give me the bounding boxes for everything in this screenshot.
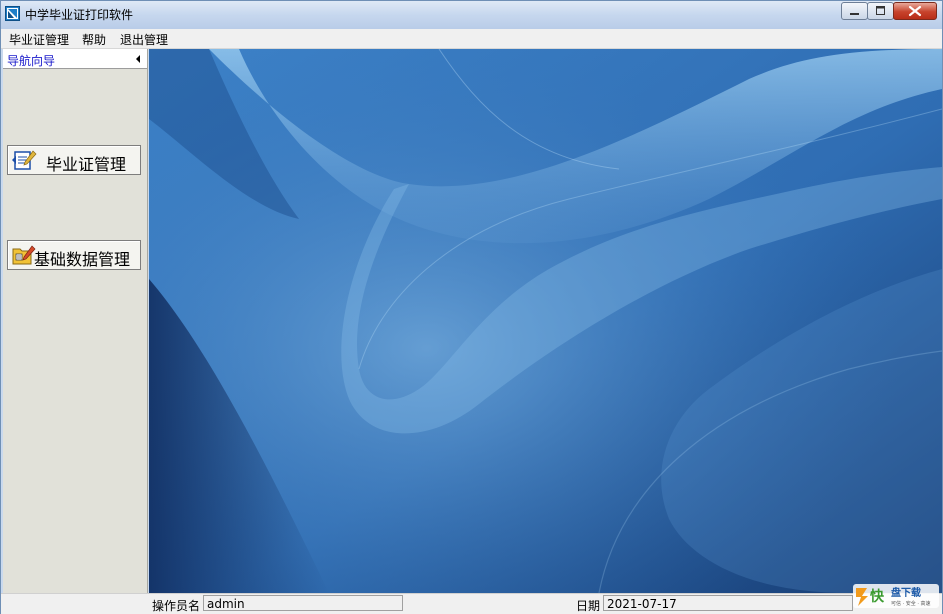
menu-diploma-management[interactable]: 毕业证管理: [9, 31, 69, 48]
nav-title: 导航向导: [7, 54, 56, 68]
nav-header: 导航向导: [3, 49, 147, 69]
wallpaper-image: [149, 49, 942, 593]
app-window: 中学毕业证打印软件 毕业证管理 帮助 退出管理 导航向导 毕业证管理 基础数据管…: [0, 0, 943, 614]
svg-text:可信 · 安全 · 高速: 可信 · 安全 · 高速: [891, 600, 931, 607]
svg-text:快: 快: [870, 588, 885, 605]
menu-exit-management[interactable]: 退出管理: [120, 31, 168, 48]
nav-button-diploma-management[interactable]: 毕业证管理: [7, 145, 141, 175]
watermark-graphic: 快 盘下载 可信 · 安全 · 高速: [853, 584, 939, 608]
app-icon: [5, 6, 20, 21]
navigation-panel: 导航向导 毕业证管理 基础数据管理: [3, 49, 148, 593]
nav-button-label: 基础数据管理: [34, 250, 131, 269]
maximize-icon: [876, 6, 885, 15]
maximize-button[interactable]: [867, 2, 894, 20]
diploma-icon: [12, 150, 37, 170]
status-bar: 操作员名 admin 日期 2021-07-17: [1, 593, 942, 614]
menu-help[interactable]: 帮助: [82, 31, 106, 48]
collapse-arrow-icon[interactable]: [136, 55, 140, 63]
date-label: 日期: [576, 599, 601, 613]
minimize-button[interactable]: [841, 2, 868, 20]
svg-text:盘下载: 盘下载: [891, 586, 921, 599]
watermark-logo: 快 盘下载 可信 · 安全 · 高速: [853, 582, 941, 610]
operator-value: admin: [203, 595, 403, 611]
menu-bar: 毕业证管理 帮助 退出管理: [1, 29, 942, 49]
minimize-icon: [850, 13, 859, 15]
nav-button-label: 毕业证管理: [46, 155, 127, 174]
window-title: 中学毕业证打印软件: [25, 8, 134, 22]
close-icon: [908, 5, 922, 17]
date-value: 2021-07-17: [603, 595, 853, 611]
title-bar[interactable]: 中学毕业证打印软件: [1, 1, 942, 29]
main-workspace: [149, 49, 942, 593]
close-button[interactable]: [893, 2, 937, 20]
operator-label: 操作员名: [152, 599, 201, 613]
nav-button-basic-data-management[interactable]: 基础数据管理: [7, 240, 141, 270]
